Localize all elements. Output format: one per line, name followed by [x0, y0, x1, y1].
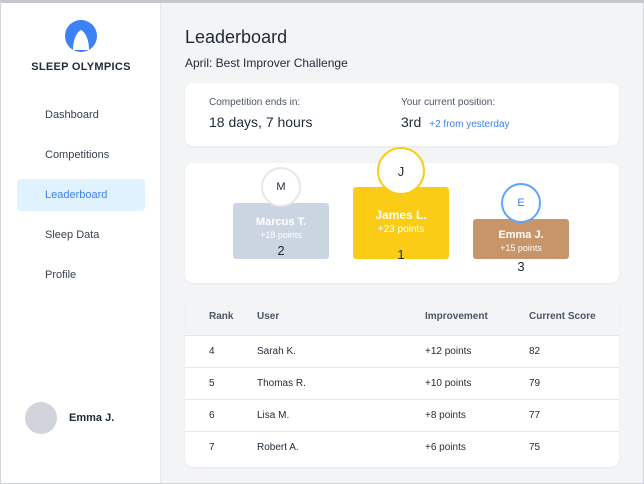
cell-score: 77 — [529, 398, 619, 431]
brand-name: SLEEP OLYMPICS — [31, 61, 131, 73]
cell-score: 79 — [529, 366, 619, 399]
cell-improvement: +12 points — [425, 334, 529, 367]
cell-score: 82 — [529, 334, 619, 367]
competition-info-card: Competition ends in: 18 days, 7 hours Yo… — [185, 83, 619, 146]
column-header-score[interactable]: Current Score — [529, 299, 619, 335]
cell-user: Sarah K. — [257, 334, 425, 367]
sidebar-nav: Dashboard Competitions Leaderboard Sleep… — [17, 99, 145, 299]
sidebar-item-leaderboard[interactable]: Leaderboard — [17, 179, 145, 211]
ends-value: 18 days, 7 hours — [209, 114, 313, 130]
sidebar-item-competitions[interactable]: Competitions — [17, 139, 145, 171]
sidebar: SLEEP OLYMPICS Dashboard Competitions Le… — [1, 3, 161, 483]
podium-third-name: Emma J. — [498, 229, 544, 241]
podium-card: Marcus T. +18 points 2 M James L. +23 po… — [185, 147, 619, 283]
cell-user: Lisa M. — [257, 398, 425, 431]
podium-first: James L. +23 points 1 — [353, 187, 449, 262]
table-row[interactable]: 7 Robert A. +6 points 75 — [185, 430, 619, 463]
cell-rank: 6 — [185, 398, 257, 431]
page-title: Leaderboard — [185, 27, 288, 47]
sidebar-item-profile[interactable]: Profile — [17, 259, 145, 291]
podium-second-points: +18 points — [260, 230, 302, 240]
avatar[interactable] — [25, 402, 57, 434]
cell-improvement: +10 points — [425, 366, 529, 399]
podium-first-rank: 1 — [397, 247, 405, 262]
ends-label: Competition ends in: — [209, 97, 301, 108]
sidebar-item-sleep-data[interactable]: Sleep Data — [17, 219, 145, 251]
podium-first-name: James L. — [375, 208, 427, 222]
position-value-row: 3rd +2 from yesterday — [401, 114, 510, 130]
podium-third-avatar: E — [501, 183, 541, 223]
podium-second: Marcus T. +18 points 2 — [233, 203, 329, 259]
position-value: 3rd — [401, 114, 422, 130]
podium-first-points: +23 points — [377, 224, 425, 235]
page-subtitle: April: Best Improver Challenge — [185, 56, 348, 70]
podium-third: Emma J. +15 points 3 — [473, 219, 569, 274]
cell-score: 75 — [529, 430, 619, 463]
brand: SLEEP OLYMPICS — [1, 19, 161, 73]
leaderboard-table-card: Rank User Improvement Current Score 4 Sa… — [185, 299, 619, 467]
podium-second-avatar: M — [261, 167, 301, 207]
column-header-improvement[interactable]: Improvement — [425, 299, 529, 335]
sidebar-item-dashboard[interactable]: Dashboard — [17, 99, 145, 131]
cell-rank: 4 — [185, 334, 257, 367]
user-name: Emma J. — [69, 412, 115, 424]
podium-second-rank: 2 — [277, 243, 285, 258]
podium-third-rank: 3 — [517, 259, 525, 274]
cell-user: Robert A. — [257, 430, 425, 463]
column-header-user[interactable]: User — [257, 299, 425, 335]
table-row[interactable]: 6 Lisa M. +8 points 77 — [185, 398, 619, 431]
cell-rank: 5 — [185, 366, 257, 399]
cell-improvement: +6 points — [425, 430, 529, 463]
main-content: Leaderboard April: Best Improver Challen… — [162, 3, 643, 483]
cell-user: Thomas R. — [257, 366, 425, 399]
user-profile[interactable]: Emma J. — [25, 402, 114, 434]
table-header-row: Rank User Improvement Current Score — [185, 299, 619, 335]
column-header-rank[interactable]: Rank — [185, 299, 257, 335]
podium-first-avatar: J — [377, 147, 425, 195]
table-row[interactable]: 4 Sarah K. +12 points 82 — [185, 334, 619, 367]
podium-second-name: Marcus T. — [255, 216, 307, 228]
position-label: Your current position: — [401, 97, 496, 108]
cell-rank: 7 — [185, 430, 257, 463]
cell-improvement: +8 points — [425, 398, 529, 431]
leaderboard-table: Rank User Improvement Current Score 4 Sa… — [185, 299, 619, 463]
moon-logo-icon — [64, 19, 98, 53]
position-delta: +2 from yesterday — [429, 119, 510, 130]
podium-third-points: +15 points — [500, 243, 542, 253]
table-row[interactable]: 5 Thomas R. +10 points 79 — [185, 366, 619, 399]
